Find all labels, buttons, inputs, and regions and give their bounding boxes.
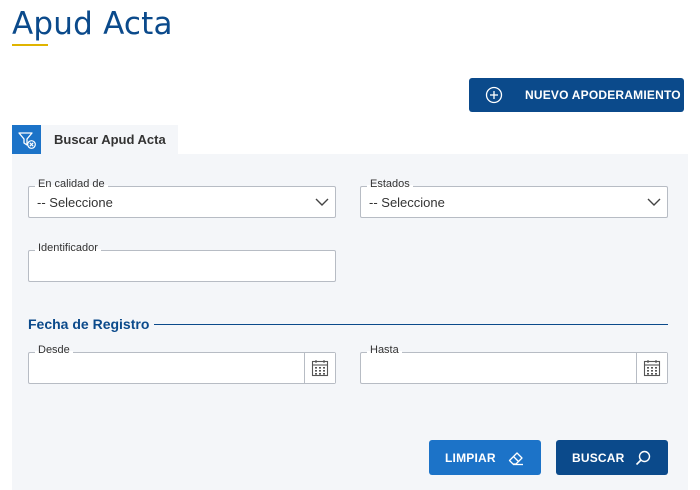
clear-button[interactable]: LIMPIAR (429, 440, 541, 475)
calidad-value: -- Seleccione (37, 195, 113, 210)
desde-date-field[interactable]: Desde (28, 344, 336, 384)
fecha-registro-title: Fecha de Registro (28, 316, 150, 332)
desde-label: Desde (35, 344, 73, 357)
estados-select[interactable]: -- Seleccione Estados (360, 178, 668, 218)
identificador-label: Identificador (35, 242, 101, 255)
search-button[interactable]: BUSCAR (556, 440, 668, 475)
section-divider (154, 324, 668, 325)
estados-label: Estados (367, 178, 413, 191)
hasta-calendar-button[interactable] (636, 353, 667, 383)
chevron-down-icon (315, 198, 329, 206)
desde-calendar-button[interactable] (304, 353, 335, 383)
chevron-down-icon (647, 198, 661, 206)
eraser-icon (508, 452, 523, 466)
calidad-select[interactable]: -- Seleccione En calidad de (28, 178, 336, 218)
title-underline (12, 44, 48, 46)
calendar-icon (311, 360, 329, 377)
hasta-label: Hasta (367, 344, 402, 357)
calendar-icon (643, 360, 661, 377)
filter-icon-box (12, 125, 41, 154)
page-title: Apud Acta (12, 6, 173, 42)
plus-circle-icon (485, 86, 503, 104)
filter-clear-icon (17, 131, 36, 149)
estados-value: -- Seleccione (369, 195, 445, 210)
hasta-date-field[interactable]: Hasta (360, 344, 668, 384)
identificador-field[interactable]: Identificador (28, 242, 336, 282)
new-apoderamiento-button[interactable]: NUEVO APODERAMIENTO (469, 78, 684, 112)
search-label: BUSCAR (572, 450, 625, 465)
tab-buscar-apud-acta[interactable]: Buscar Apud Acta (12, 125, 178, 154)
clear-label: LIMPIAR (445, 450, 496, 465)
new-apoderamiento-label: NUEVO APODERAMIENTO (525, 88, 681, 102)
tab-label: Buscar Apud Acta (54, 132, 166, 147)
calidad-label: En calidad de (35, 178, 108, 191)
search-icon (635, 450, 651, 466)
